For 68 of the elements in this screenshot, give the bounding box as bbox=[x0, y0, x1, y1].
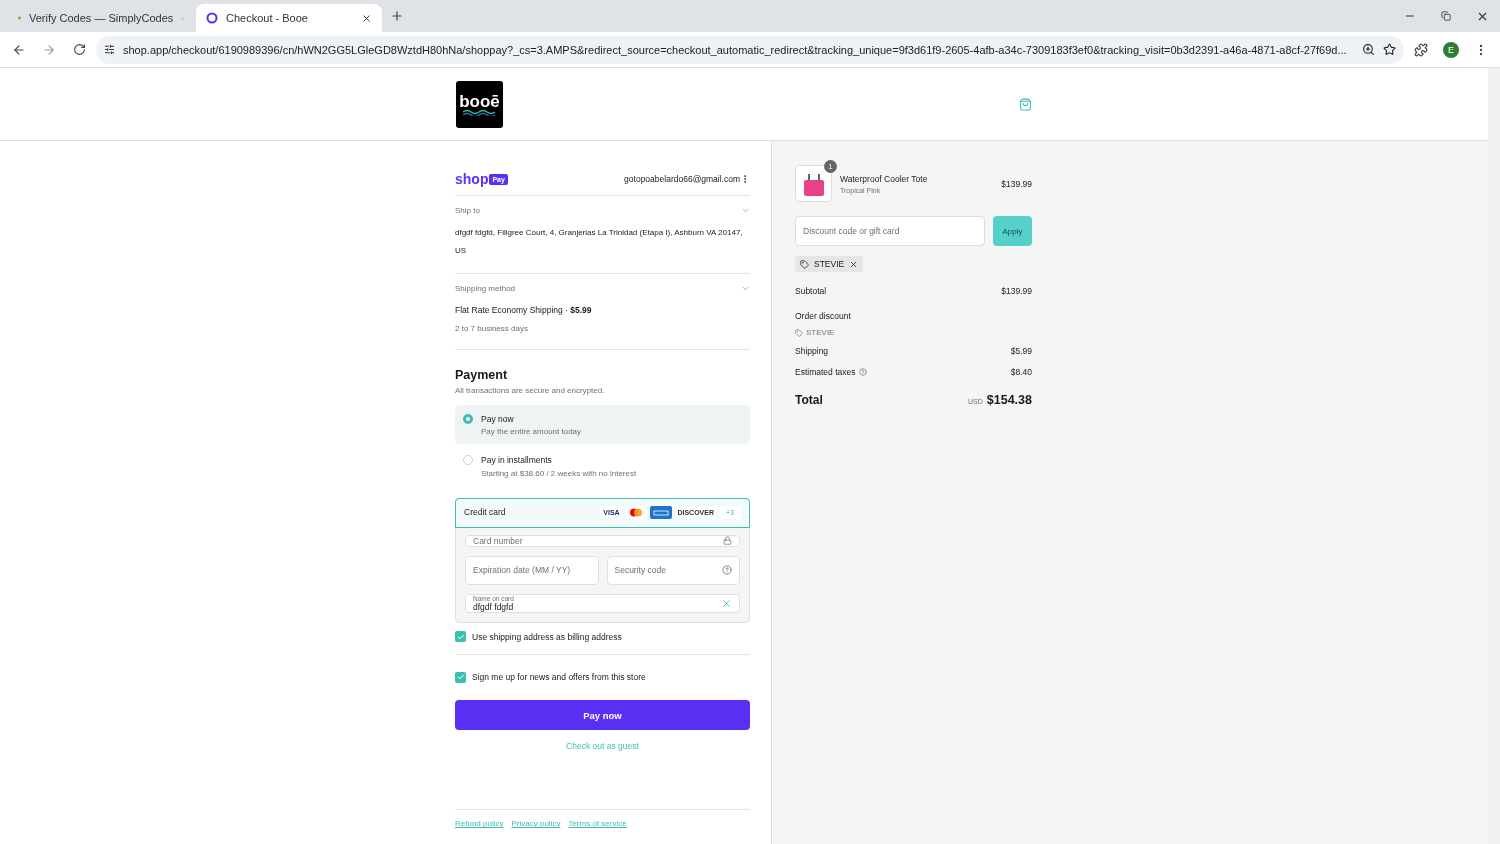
plus-icon[interactable] bbox=[390, 9, 404, 23]
restore-icon[interactable] bbox=[1441, 11, 1451, 21]
tag-icon bbox=[800, 259, 809, 269]
payment-heading: Payment bbox=[455, 368, 509, 382]
line-label: Subtotal bbox=[795, 285, 827, 298]
delivery-estimate: 2 to 7 business days bbox=[455, 324, 528, 333]
puzzle-icon[interactable] bbox=[1414, 42, 1428, 57]
star-icon[interactable] bbox=[1383, 43, 1396, 56]
payment-subtitle: All transactions are secure and encrypted. bbox=[455, 386, 606, 395]
tag-icon bbox=[795, 328, 803, 337]
reload-icon[interactable] bbox=[72, 43, 86, 56]
check-icon bbox=[456, 632, 465, 641]
checkbox-label: Sign me up for news and offers from this store bbox=[472, 670, 646, 684]
radio-button[interactable] bbox=[463, 414, 473, 424]
address-bar[interactable]: shop.app/checkout/6190989396/cn/hWN2GG5LGleGD8WztdH80hNa/shoppay?_cs=3.AMPS&redirect_source=checkout_automatic_redirect&tracking_unique=9f3d61f9-2605-4afb-a34c-7309183f3ef0&tracking_visit=0b3d2391-a46a-4871-a8cf-27f69d... bbox=[96, 35, 1404, 64]
discount-tag: STEVIE bbox=[795, 256, 864, 272]
shipping-rate: Flat Rate Economy Shipping · $5.99 bbox=[455, 305, 592, 315]
total-amount: $154.38 bbox=[986, 392, 1032, 407]
help-icon[interactable] bbox=[859, 367, 868, 376]
ring-logo-icon bbox=[206, 12, 218, 24]
line-label: Estimated taxes bbox=[795, 365, 856, 378]
product-price: $139.99 bbox=[1001, 179, 1032, 189]
back-arrow-icon[interactable] bbox=[12, 42, 26, 57]
browser-tab[interactable]: Verify Codes — SimplyCodes bbox=[8, 4, 194, 32]
radio-button[interactable] bbox=[463, 455, 473, 466]
checkbox[interactable] bbox=[455, 671, 466, 683]
option-detail: Pay the entire amount today bbox=[481, 427, 582, 437]
chevron-down-icon[interactable] bbox=[741, 206, 750, 215]
card-number-field[interactable]: Card number bbox=[465, 534, 740, 547]
line-label: Order discount bbox=[795, 311, 851, 322]
shipping-address: dfgdf fdgfd, Filigree Court, 4, Granjerias La Trinidad (Etapa I), Ashburn VA 20147, US bbox=[455, 228, 743, 255]
mastercard-icon bbox=[625, 506, 648, 520]
remove-icon[interactable] bbox=[849, 259, 859, 269]
expiration-field[interactable]: Expiration date (MM / YY) bbox=[465, 555, 599, 585]
amex-card-icon bbox=[650, 506, 673, 520]
browser-tab[interactable]: Checkout - Booe bbox=[196, 4, 382, 32]
scrollbar[interactable] bbox=[1488, 68, 1500, 844]
discount-code-field[interactable]: Discount code or gift card bbox=[795, 216, 985, 246]
apply-button[interactable]: Apply bbox=[993, 216, 1032, 246]
profile-button[interactable]: E bbox=[1438, 36, 1464, 63]
discount-code: STEVIE bbox=[806, 328, 835, 338]
option-label: Pay now bbox=[481, 413, 515, 426]
section-label: Shipping method bbox=[455, 284, 516, 293]
account-email: gotopoabelardo66@gmail.com bbox=[624, 174, 740, 184]
checkbox-label: Use shipping address as billing address bbox=[472, 630, 622, 643]
line-value: $5.99 bbox=[1010, 345, 1032, 358]
chevron-down-icon[interactable] bbox=[741, 284, 750, 293]
shopping-bag-icon[interactable] bbox=[1019, 97, 1032, 111]
close-icon[interactable] bbox=[361, 12, 372, 24]
lock-icon bbox=[723, 536, 732, 546]
pay-now-button[interactable]: Pay now bbox=[455, 700, 750, 731]
line-label: Shipping bbox=[795, 345, 829, 358]
forward-arrow-icon[interactable] bbox=[42, 42, 56, 57]
product-name: Waterproof Cooler Tote bbox=[840, 173, 929, 186]
total-label: Total bbox=[795, 392, 823, 407]
line-value: $8.40 bbox=[1010, 365, 1032, 378]
clear-icon[interactable] bbox=[721, 597, 732, 609]
help-icon[interactable] bbox=[722, 565, 732, 576]
section-label: Ship to bbox=[455, 206, 480, 215]
security-code-field[interactable]: Security code bbox=[606, 555, 740, 585]
line-value: $139.99 bbox=[1001, 285, 1032, 298]
site-settings-icon[interactable] bbox=[104, 44, 115, 55]
checkbox[interactable] bbox=[455, 631, 466, 643]
zoom-icon[interactable] bbox=[1362, 43, 1375, 56]
check-icon bbox=[456, 673, 465, 682]
option-detail: Starting at $38.60 / 2 weeks with no interest bbox=[481, 468, 637, 478]
option-label: Pay in installments bbox=[481, 454, 553, 467]
store-logo[interactable]: booē bbox=[456, 80, 503, 128]
